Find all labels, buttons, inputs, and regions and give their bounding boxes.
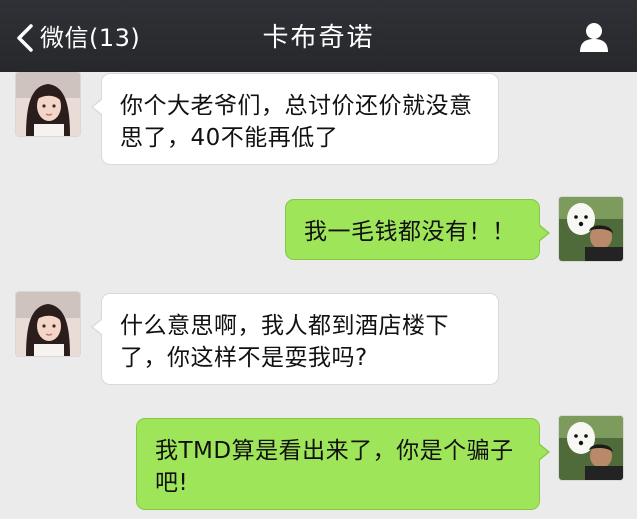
incoming-bubble[interactable]: 什么意思啊，我人都到酒店楼下了，你这样不是耍我吗? xyxy=(91,293,499,385)
chat-header: 微信(13) 卡布奇诺 xyxy=(0,0,637,72)
incoming-bubble[interactable]: 你个大老爷们，总讨价还价就没意思了，40不能再低了 xyxy=(91,73,499,165)
chat-title: 卡布奇诺 xyxy=(262,23,375,53)
message-text: 我一毛钱都没有！！ xyxy=(304,219,516,245)
person-icon xyxy=(580,23,608,52)
profile-button[interactable] xyxy=(577,20,611,54)
self-avatar[interactable] xyxy=(559,197,623,261)
contact-avatar[interactable] xyxy=(16,292,80,356)
message-text: 我TMD算是看出来了，你是个骗子吧! xyxy=(155,438,514,496)
self-avatar[interactable] xyxy=(559,416,623,480)
outgoing-bubble[interactable]: 我TMD算是看出来了，你是个骗子吧! xyxy=(136,418,550,510)
contact-avatar[interactable] xyxy=(16,72,80,136)
message-text: 你个大老爷们，总讨价还价就没意思了，40不能再低了 xyxy=(120,93,473,151)
message-text: 什么意思啊，我人都到酒店楼下了，你这样不是耍我吗? xyxy=(120,313,449,371)
outgoing-bubble[interactable]: 我一毛钱都没有！！ xyxy=(285,199,550,260)
